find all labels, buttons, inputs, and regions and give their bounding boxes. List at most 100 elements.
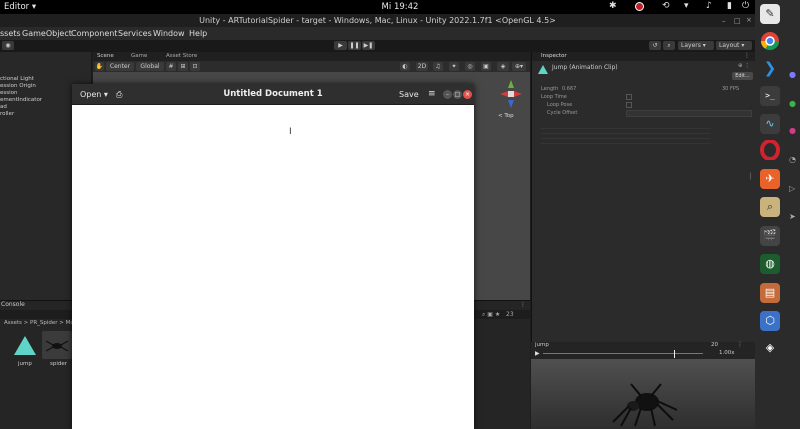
sound-icon[interactable]: ♪ (706, 1, 712, 13)
record-icon[interactable] (635, 2, 644, 11)
toggle-2d-button[interactable]: 2D (416, 62, 428, 71)
pause-button[interactable]: ❚❚ (348, 41, 361, 50)
sidebar-send-icon[interactable]: ➤ (789, 212, 796, 221)
battery-icon[interactable]: ▮ (727, 1, 732, 13)
minimize-icon[interactable]: – (722, 17, 726, 25)
hierarchy-item[interactable]: ession Origin (0, 83, 36, 89)
account-icon[interactable]: ◉ (2, 41, 14, 50)
center-dropdown[interactable]: Center (106, 62, 134, 71)
layout-dropdown[interactable]: Layout ▾ (716, 41, 752, 50)
inspector-menu-icon[interactable]: ⋮ (744, 52, 750, 59)
panel-menu-icon[interactable]: ⋮ (520, 301, 526, 308)
minimize-icon[interactable]: – (443, 90, 452, 99)
globe-icon[interactable]: ◍ (760, 254, 780, 274)
instagram-icon[interactable]: ● (789, 126, 796, 135)
power-icon[interactable]: ⏻ (742, 1, 749, 13)
audio-icon[interactable]: ♫ (433, 62, 443, 71)
grid-icon[interactable]: # (166, 62, 176, 71)
hand-tool-icon[interactable]: ✋ (95, 62, 104, 71)
sync-icon[interactable]: ⟲ (662, 1, 670, 13)
visibility-count: 23 (506, 311, 514, 318)
scene-view-perspective-label[interactable]: < Top (498, 113, 514, 119)
save-button[interactable]: Save (399, 88, 421, 101)
menu-assets[interactable]: ssets (0, 29, 21, 38)
messenger-icon[interactable]: ● (789, 70, 796, 79)
menu-window[interactable]: Window (153, 29, 185, 38)
tab-inspector[interactable]: Inspector (541, 53, 567, 59)
video-editor-icon[interactable]: 🎬 (760, 226, 780, 246)
hierarchy-item[interactable]: roller (0, 111, 14, 117)
preview-timeline[interactable] (543, 353, 703, 354)
spider-model-preview (612, 383, 678, 427)
tab-asset-store[interactable]: Asset Store (166, 53, 197, 59)
preview-fps-label: 20 (711, 342, 718, 348)
snap-icon[interactable]: ⊞ (178, 62, 188, 71)
notes-icon[interactable]: ✎ (760, 4, 780, 24)
unity-hub-icon[interactable]: ◈ (760, 338, 780, 358)
preview-menu-icon[interactable]: ⋮ (737, 341, 743, 348)
spider-model-icon (45, 340, 69, 352)
visibility-icon[interactable]: ◎ (465, 62, 475, 71)
maximize-icon[interactable]: □ (453, 90, 462, 99)
edit-button[interactable]: Edit... (732, 72, 753, 80)
close-icon[interactable]: × (746, 16, 752, 24)
software-center-icon[interactable]: ⬡ (760, 311, 780, 331)
bluetooth-icon[interactable]: ✱ (609, 1, 617, 13)
sidebar-history-icon[interactable]: ◔ (789, 155, 796, 164)
project-tool-icons[interactable]: ⌕ ▣ ★ (482, 311, 500, 319)
scene-view-options-icon[interactable]: ⊕▾ (512, 62, 526, 71)
menu-services[interactable]: Services (118, 29, 152, 38)
sidebar-play-icon[interactable]: ▷ (789, 184, 795, 193)
system-monitor-icon[interactable]: ∿ (760, 114, 780, 134)
scrollbar[interactable]: ▕ (746, 173, 751, 180)
vscode-icon[interactable]: ❯ (760, 58, 780, 78)
lighting-icon[interactable]: ◐ (400, 62, 410, 71)
breadcrumb[interactable]: Assets > PR_Spider > Mo (4, 320, 74, 326)
close-icon[interactable]: × (463, 90, 472, 99)
console-tab[interactable]: Console (1, 301, 25, 308)
scene-orientation-gizmo[interactable] (498, 78, 524, 110)
asset-spider[interactable] (42, 331, 72, 359)
archive-icon[interactable]: ▤ (760, 283, 780, 303)
camera-icon[interactable]: ▣ (481, 62, 491, 71)
increment-icon[interactable]: ⊡ (190, 62, 200, 71)
inspector-header-icons[interactable]: ⊕ ⋮ (738, 63, 750, 69)
animation-preview[interactable]: jump 20 ⋮ ▶ 1.00x (531, 341, 755, 429)
chrome-icon[interactable] (760, 31, 780, 51)
search-icon[interactable]: ⌕ (663, 41, 675, 50)
menu-gameobject[interactable]: GameObject (22, 29, 72, 38)
opera-icon[interactable] (760, 139, 780, 161)
cycle-offset-field[interactable] (626, 110, 752, 117)
hierarchy-item[interactable]: ad (0, 104, 7, 110)
whatsapp-icon[interactable]: ● (789, 99, 796, 108)
play-button[interactable]: ▶ (334, 41, 347, 50)
tab-scene[interactable]: Scene (97, 53, 114, 59)
asset-jump[interactable] (12, 333, 38, 359)
preview-play-button[interactable]: ▶ (535, 350, 540, 357)
document-viewer-icon[interactable]: ⌕ (760, 197, 780, 217)
gizmos-icon[interactable]: ◈ (497, 62, 509, 71)
menu-help[interactable]: Help (189, 29, 207, 38)
menu-component[interactable]: Component (71, 29, 117, 38)
postman-icon[interactable]: ✈ (760, 169, 780, 189)
history-icon[interactable]: ↺ (649, 41, 661, 50)
hierarchy-item[interactable]: ctional Light (0, 76, 34, 82)
layers-dropdown[interactable]: Layers ▾ (678, 41, 714, 50)
network-icon[interactable]: ▾ (684, 1, 689, 13)
step-button[interactable]: ▶❚ (362, 41, 375, 50)
clock[interactable]: Mi 19:42 (0, 2, 800, 12)
hierarchy-item[interactable]: ession (0, 90, 18, 96)
loop-time-checkbox[interactable] (626, 94, 632, 100)
maximize-icon[interactable]: □ (734, 17, 741, 25)
document-text-area[interactable] (73, 106, 473, 429)
effects-icon[interactable]: ✦ (449, 62, 459, 71)
tab-game[interactable]: Game (131, 53, 147, 59)
inspector-title: Jump (Animation Clip) (552, 64, 618, 71)
hamburger-menu-icon[interactable]: ≡ (428, 88, 436, 101)
terminal-icon[interactable]: >_ (760, 86, 780, 106)
global-dropdown[interactable]: Global (136, 62, 164, 71)
hierarchy-item[interactable]: ementIndicator (0, 97, 42, 103)
loop-pose-checkbox[interactable] (626, 102, 632, 108)
preview-scrubber[interactable] (674, 350, 675, 358)
preview-speed[interactable]: 1.00x (719, 350, 735, 356)
